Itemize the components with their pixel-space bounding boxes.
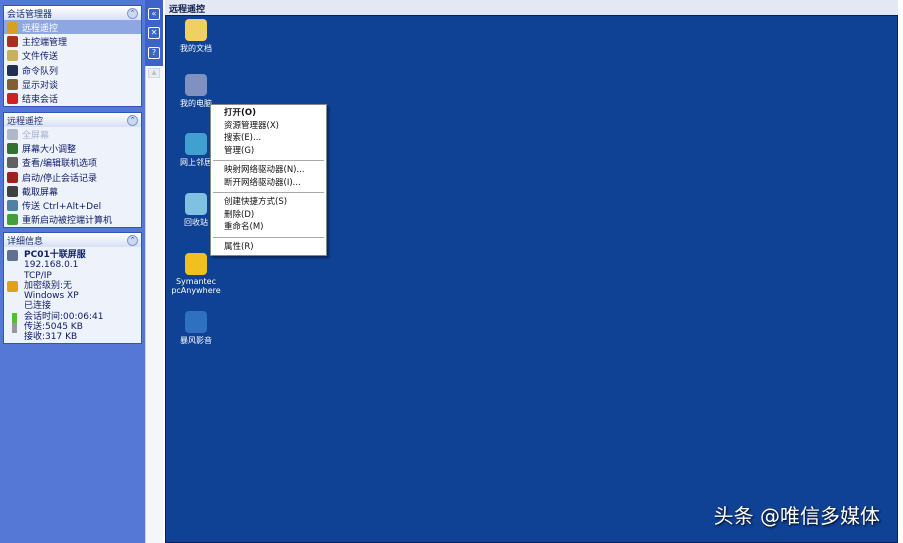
context-menu-item[interactable]: 重命名(M) xyxy=(211,221,326,234)
menu-item[interactable]: 命令队列 xyxy=(4,63,141,77)
item-label: 查看/编辑联机选项 xyxy=(22,159,98,170)
bytes-received: 接收:317 KB xyxy=(24,332,78,343)
sidebar: 会话管理器 ⌃ 远程遥控 主控端管理 文件传送 命令队列 显示对谈 结束会话 远程遥控 ⌃ 全… xyxy=(0,0,145,543)
traffic-meter xyxy=(12,313,17,333)
context-menu-item[interactable]: 管理(G) xyxy=(211,145,326,158)
desktop-icon-image xyxy=(185,253,207,275)
menu-item[interactable]: 查看/编辑联机选项 xyxy=(4,156,141,170)
view-title: 远程遥控 xyxy=(165,0,898,15)
close-button[interactable]: ✕ xyxy=(148,27,160,39)
menu-item[interactable]: 屏幕大小调整 xyxy=(4,141,141,155)
item-label: 命令队列 xyxy=(22,66,59,77)
side-toolbar: « ✕ ? xyxy=(145,0,163,66)
item-label: 重新启动被控端计算机 xyxy=(22,216,113,227)
desktop-icon[interactable]: 暴风影音 xyxy=(166,311,226,346)
protocol: TCP/IP xyxy=(24,270,52,281)
desktop-icon-image xyxy=(185,19,207,41)
remote-icon xyxy=(7,21,18,33)
panel-title: 会话管理器 xyxy=(7,9,53,20)
collapse-icon[interactable]: ⌃ xyxy=(127,234,138,246)
status: 已连接 xyxy=(24,301,52,312)
item-label: 启动/停止会话记录 xyxy=(22,173,98,184)
desktop-icon-label: Symantec pcAnywhere xyxy=(171,277,221,295)
context-menu-item[interactable]: 资源管理器(X) xyxy=(211,120,326,133)
help-button[interactable]: ? xyxy=(148,47,160,59)
command-queue-icon xyxy=(7,64,18,76)
bytes-sent: 传送:5045 KB xyxy=(24,322,83,333)
scroll-up-icon[interactable]: ▲ xyxy=(148,68,160,78)
desktop-icon-label: 我的文档 xyxy=(180,44,212,53)
menu-item[interactable]: 文件传送 xyxy=(4,49,141,63)
desktop-icon-label: 暴风影音 xyxy=(180,336,212,345)
context-menu-item[interactable]: 打开(O) xyxy=(211,107,326,120)
collapse-icon[interactable]: ⌃ xyxy=(127,7,138,19)
desktop-icon-image xyxy=(185,193,207,215)
remote-desktop[interactable]: 我的文档 我的电脑 网上邻居 回收站 Symantec pcAnywhere 暴风影音 打… xyxy=(165,15,898,543)
menu-item[interactable]: 结束会话 xyxy=(4,91,141,105)
item-label: 显示对谈 xyxy=(22,80,59,91)
watermark: 头条 @唯信多媒体 xyxy=(713,504,880,528)
panel-title: 远程遥控 xyxy=(7,116,44,127)
context-menu-item[interactable]: 属性(R) xyxy=(211,241,326,254)
desktop-icon[interactable]: Symantec pcAnywhere xyxy=(166,253,226,295)
item-label: 文件传送 xyxy=(22,52,59,63)
screenshot-icon xyxy=(7,185,18,197)
menu-item[interactable]: 启动/停止会话记录 xyxy=(4,170,141,184)
menu-item[interactable]: 主控端管理 xyxy=(4,34,141,48)
context-menu-item[interactable]: 断开网络驱动器(I)... xyxy=(211,177,326,190)
context-menu-item[interactable]: 删除(D) xyxy=(211,209,326,222)
item-label: 全屏幕 xyxy=(22,130,50,141)
remote-view: 远程遥控 我的文档 我的电脑 网上邻居 回收站 Symantec pcAnywhere 暴… xyxy=(165,0,898,543)
panel-title: 详细信息 xyxy=(7,236,44,247)
menu-item[interactable]: 显示对谈 xyxy=(4,77,141,91)
context-menu-item[interactable]: 映射网络驱动器(N)... xyxy=(211,164,326,177)
end-session-icon xyxy=(7,93,18,105)
collapse-icon[interactable]: ⌃ xyxy=(127,114,138,126)
item-label: 屏幕大小调整 xyxy=(22,144,77,155)
context-menu: 打开(O) 资源管理器(X) 搜索(E)... 管理(G) 映射网络驱动器(N)... 断… xyxy=(210,104,327,256)
collapse-sidebar-button[interactable]: « xyxy=(148,8,160,20)
context-menu-item[interactable]: 搜索(E)... xyxy=(211,132,326,145)
ip-address: 192.168.0.1 xyxy=(24,260,79,271)
menu-item[interactable]: 截取屏幕 xyxy=(4,184,141,198)
fullscreen-icon xyxy=(7,128,18,140)
remote-control-panel: 远程遥控 ⌃ 全屏幕屏幕大小调整查看/编辑联机选项 启动/停止会话记录 截取屏幕传送 … xyxy=(3,112,142,229)
restart-icon xyxy=(7,214,18,226)
resize-icon xyxy=(7,142,18,154)
desktop-icon[interactable]: 我的文档 xyxy=(166,19,226,54)
context-menu-item[interactable]: 创建快捷方式(S) xyxy=(211,196,326,209)
os: Windows XP xyxy=(24,291,79,302)
host-name: PC01十联屏服 xyxy=(24,250,86,260)
desktop-icon-image xyxy=(185,311,207,333)
menu-separator xyxy=(213,192,324,193)
unlock-icon xyxy=(7,281,18,292)
desktop-icon-image xyxy=(185,133,207,155)
computer-icon xyxy=(7,250,18,261)
session-time: 会话时间:00:06:41 xyxy=(24,311,104,322)
item-label: 远程遥控 xyxy=(22,23,59,34)
record-icon xyxy=(7,171,18,183)
menu-item[interactable]: 全屏幕 xyxy=(4,127,141,141)
details-panel: 详细信息 ⌃ PC01十联屏服 192.168.0.1 TCP/IP 加密级别:无… xyxy=(3,232,142,344)
menu-item[interactable]: 远程遥控 xyxy=(4,20,141,35)
encryption-level: 加密级别:无 xyxy=(24,280,73,291)
chat-icon xyxy=(7,78,18,90)
menu-separator xyxy=(213,236,324,238)
item-label: 主控端管理 xyxy=(22,37,68,48)
host-icon xyxy=(7,35,18,47)
menu-item[interactable]: 重新启动被控端计算机 xyxy=(4,213,141,227)
options-icon xyxy=(7,157,18,169)
item-label: 结束会话 xyxy=(22,95,59,106)
ctrl-alt-del-icon xyxy=(7,200,18,212)
menu-separator xyxy=(213,160,324,161)
desktop-icon-image xyxy=(185,74,207,96)
item-label: 截取屏幕 xyxy=(22,187,59,198)
item-label: 传送 Ctrl+Alt+Del xyxy=(22,202,102,213)
session-manager-panel: 会话管理器 ⌃ 远程遥控主控端管理文件传送命令队列显示对谈结束会话 xyxy=(3,5,142,107)
menu-item[interactable]: 传送 Ctrl+Alt+Del xyxy=(4,198,141,212)
file-transfer-icon xyxy=(7,50,18,62)
scrollbar[interactable]: ▲ xyxy=(145,66,163,543)
